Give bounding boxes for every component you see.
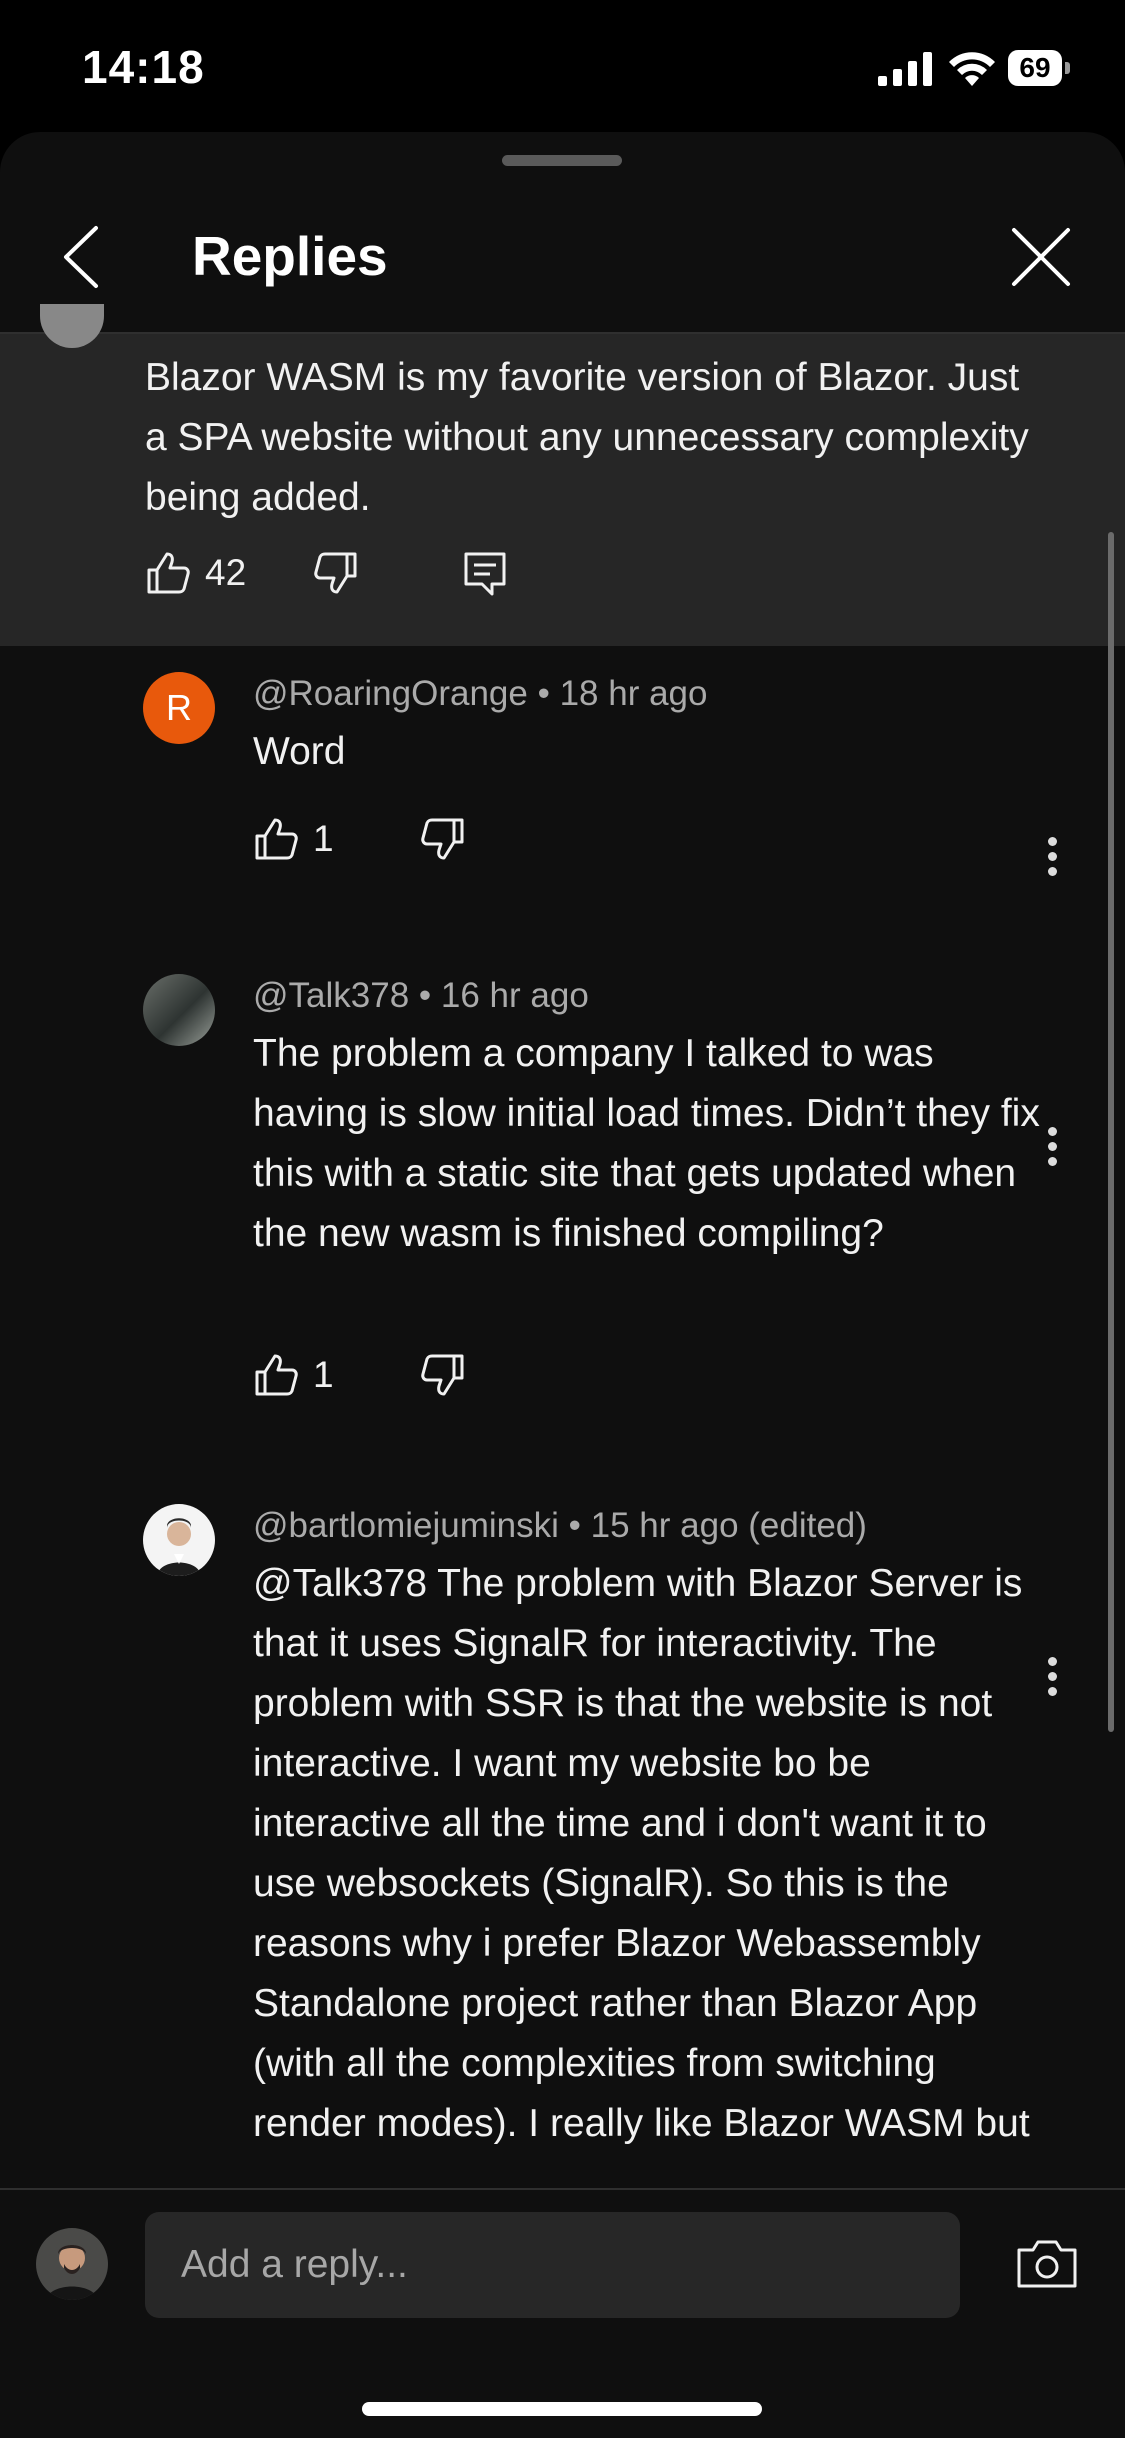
comment-time: 15 hr ago (edited) xyxy=(590,1506,867,1545)
like-button[interactable]: 1 xyxy=(253,816,334,862)
scrollbar[interactable] xyxy=(1108,532,1114,1732)
comment-text: Word xyxy=(253,730,346,773)
list-item: @bartlomiejuminski • 15 hr ago (edited) … xyxy=(0,1504,1125,2194)
comment-meta: @RoaringOrange • 18 hr ago xyxy=(253,674,708,713)
profile-photo-icon xyxy=(36,2228,108,2300)
list-item: @Talk378 • 16 hr ago The problem a compa… xyxy=(0,974,1125,1474)
camera-icon[interactable] xyxy=(1016,2238,1078,2290)
avatar[interactable]: R xyxy=(143,672,215,744)
like-count: 1 xyxy=(313,818,334,859)
avatar[interactable] xyxy=(40,304,104,348)
comment-text: The problem a company I talked to was ha… xyxy=(253,1032,1040,1255)
avatar[interactable] xyxy=(143,1504,215,1576)
more-options-icon[interactable] xyxy=(1044,832,1060,882)
cellular-signal-icon xyxy=(878,52,932,86)
comment-icon xyxy=(464,552,506,596)
dislike-button[interactable] xyxy=(420,816,466,862)
battery-icon: 69 xyxy=(1008,50,1070,88)
dislike-button[interactable] xyxy=(420,1352,466,1398)
back-arrow-icon[interactable] xyxy=(58,222,108,292)
like-button[interactable]: 42 xyxy=(145,550,246,596)
reply-button[interactable] xyxy=(462,550,508,596)
comment-author[interactable]: @bartlomiejuminski xyxy=(253,1506,559,1545)
comment-time: 18 hr ago xyxy=(559,674,708,713)
replies-sheet: Replies Blazor WASM is my favorite versi… xyxy=(0,132,1125,2436)
reply-bar xyxy=(0,2188,1125,2438)
reply-input[interactable] xyxy=(145,2212,960,2318)
sheet-header: Replies xyxy=(0,132,1125,334)
like-count: 1 xyxy=(313,1354,334,1395)
comment-meta: @Talk378 • 16 hr ago xyxy=(253,976,589,1015)
dislike-button[interactable] xyxy=(313,550,359,596)
wifi-icon xyxy=(949,52,995,86)
thumbs-up-icon xyxy=(255,818,298,860)
avatar xyxy=(36,2228,108,2300)
like-button[interactable]: 1 xyxy=(253,1352,334,1398)
home-indicator[interactable] xyxy=(362,2402,762,2416)
close-icon[interactable] xyxy=(1008,224,1074,290)
thumbs-down-icon xyxy=(421,1354,464,1396)
battery-level: 69 xyxy=(1008,50,1062,86)
comment-meta: @bartlomiejuminski • 15 hr ago (edited) xyxy=(253,1506,867,1545)
status-bar: 14:18 69 xyxy=(0,0,1125,130)
list-item: R @RoaringOrange • 18 hr ago Word 1 xyxy=(0,672,1125,932)
profile-photo-icon xyxy=(157,1518,201,1576)
comment-author[interactable]: @RoaringOrange xyxy=(253,674,528,713)
page-title: Replies xyxy=(192,225,388,287)
thumbs-up-icon xyxy=(147,552,190,594)
thumbs-up-icon xyxy=(255,1354,298,1396)
avatar[interactable] xyxy=(143,974,215,1046)
like-count: 42 xyxy=(205,552,247,593)
comment-text: @Talk378 The problem with Blazor Server … xyxy=(253,1562,1030,2145)
thumbs-down-icon xyxy=(314,552,357,594)
comment-author[interactable]: @Talk378 xyxy=(253,976,409,1015)
parent-comment: Blazor WASM is my favorite version of Bl… xyxy=(0,304,1125,646)
comment-text: Blazor WASM is my favorite version of Bl… xyxy=(145,356,1029,519)
status-time: 14:18 xyxy=(82,41,205,93)
drag-handle[interactable] xyxy=(502,155,622,166)
comment-time: 16 hr ago xyxy=(440,976,589,1015)
thumbs-down-icon xyxy=(421,818,464,860)
